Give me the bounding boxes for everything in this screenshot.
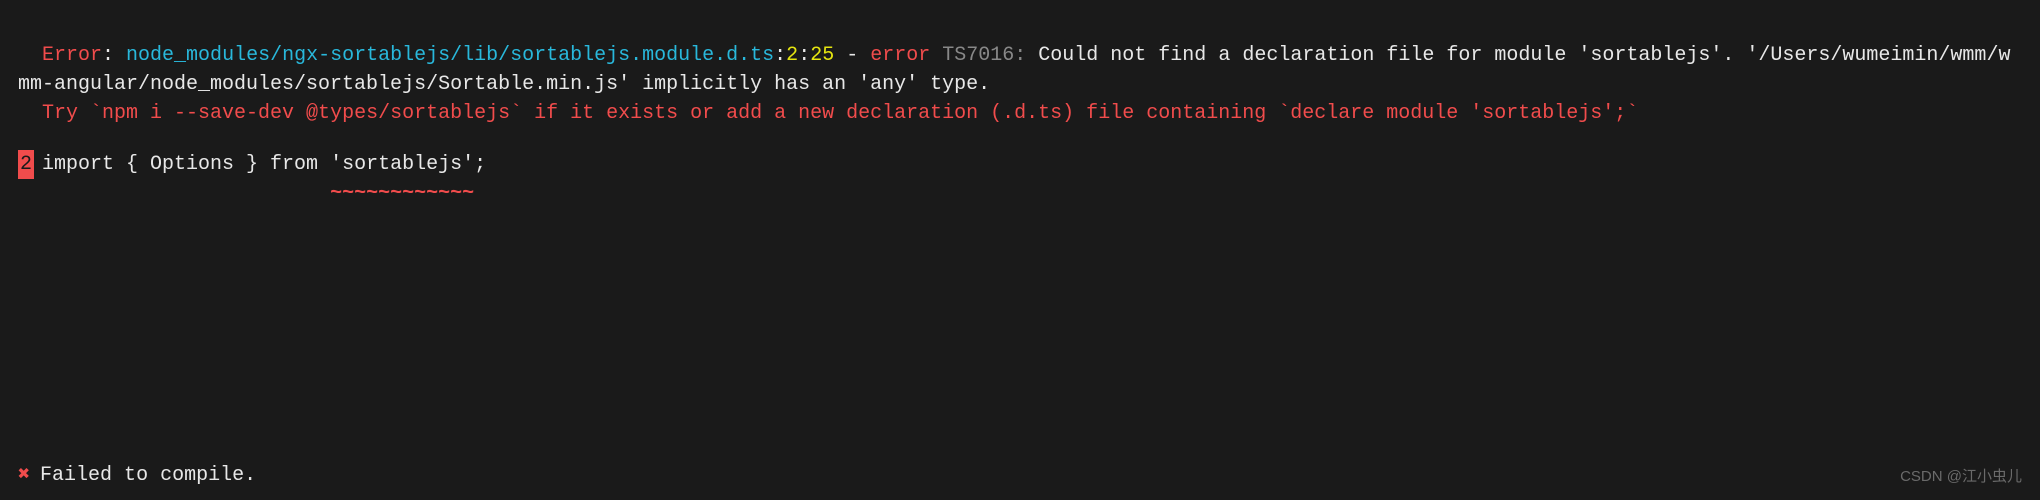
failed-text: Failed to compile. — [40, 461, 256, 490]
error-message-block: Error: node_modules/ngx-sortablejs/lib/s… — [18, 12, 2022, 99]
code-line-number: 2 — [18, 150, 34, 179]
error-colon3: : — [798, 44, 810, 67]
error-colon2: : — [774, 44, 786, 67]
error-word: error — [870, 44, 930, 67]
error-code: TS7016: — [942, 44, 1026, 67]
error-prefix: Error — [42, 44, 102, 67]
failed-compile-line: ✖ Failed to compile. — [18, 461, 256, 490]
error-suggestion: Try `npm i --save-dev @types/sortablejs`… — [18, 99, 2022, 128]
watermark: CSDN @江小虫儿 — [1900, 466, 2022, 488]
error-column-number: 25 — [810, 44, 834, 67]
error-filepath: node_modules/ngx-sortablejs/lib/sortable… — [126, 44, 774, 67]
error-line-number: 2 — [786, 44, 798, 67]
code-error-underline: ~~~~~~~~~~~~ — [18, 179, 2022, 208]
error-dash: - — [834, 44, 870, 67]
code-snippet-line: 2 import { Options } from 'sortablejs'; — [18, 150, 2022, 179]
code-content: import { Options } from 'sortablejs'; — [42, 150, 486, 179]
cross-icon: ✖ — [18, 461, 30, 490]
error-colon: : — [102, 44, 126, 67]
error-space — [930, 44, 942, 67]
